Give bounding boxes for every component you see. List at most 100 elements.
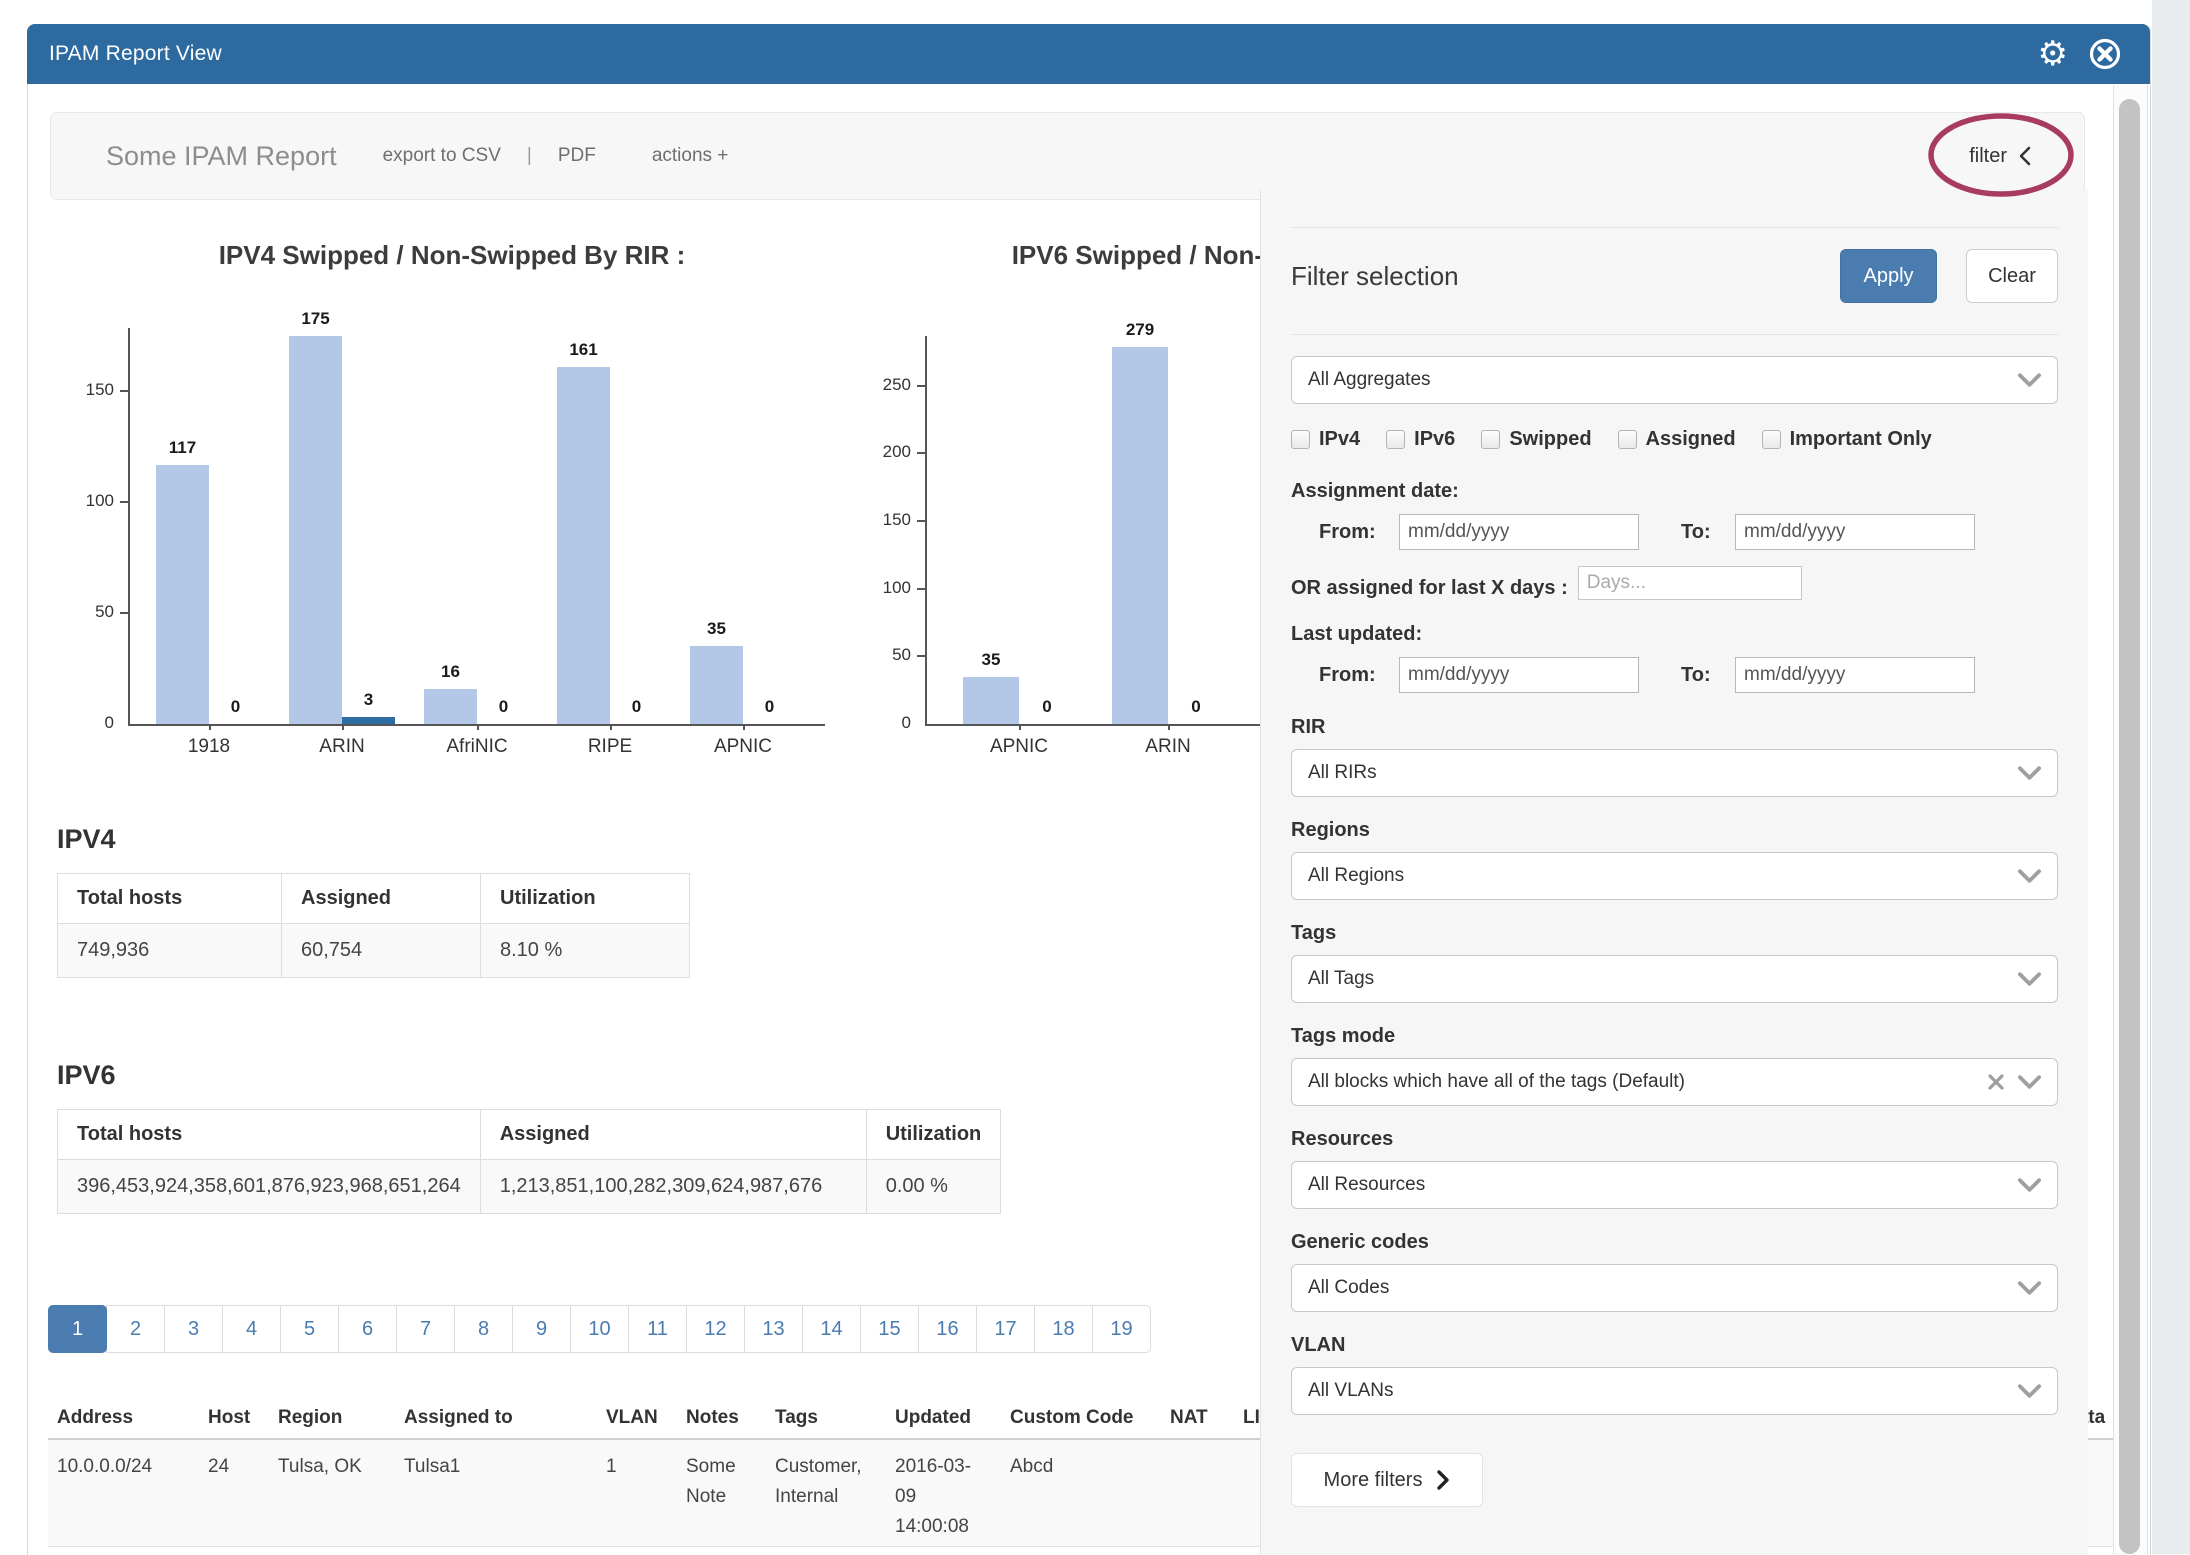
last-updated-label: Last updated:: [1291, 623, 2058, 646]
updated-to-input[interactable]: [1735, 657, 1975, 693]
page-button-19[interactable]: 19: [1092, 1305, 1151, 1353]
aggregates-value: All Aggregates: [1308, 369, 1431, 391]
assignment-to-input[interactable]: [1735, 514, 1975, 550]
page-button-14[interactable]: 14: [802, 1305, 861, 1353]
page-button-15[interactable]: 15: [860, 1305, 919, 1353]
x-tick: [477, 724, 479, 730]
chevron-right-icon: [1436, 1469, 1450, 1491]
rir-select[interactable]: All RIRs: [1291, 749, 2058, 797]
more-filters-button[interactable]: More filters: [1291, 1453, 1483, 1507]
ipv6-summary-cell: 1,213,851,100,282,309,624,987,676: [480, 1160, 866, 1214]
ipv4-bar-chart: IPV4 Swipped / Non-Swipped By RIR :05010…: [80, 240, 825, 785]
y-tick: [917, 655, 925, 657]
chevron-down-icon: [2018, 869, 2041, 884]
page-button-18[interactable]: 18: [1034, 1305, 1093, 1353]
bar-value-label: 0: [201, 697, 271, 717]
select-groups: RIRAll RIRsRegionsAll RegionsTagsAll Tag…: [1291, 716, 2058, 1415]
settings-gear-icon[interactable]: ⚙: [2038, 37, 2068, 71]
page-button-6[interactable]: 6: [338, 1305, 397, 1353]
swipped-checkbox[interactable]: [1481, 430, 1500, 449]
page-button-1[interactable]: 1: [48, 1305, 107, 1353]
resources-select[interactable]: All Resources: [1291, 1161, 2058, 1209]
record-cell-address: 10.0.0.0/24: [57, 1452, 202, 1482]
bar-arin-light: [1112, 347, 1168, 724]
record-cell-host: 24: [208, 1452, 263, 1482]
ipv4-summary-cell: 60,754: [282, 924, 481, 978]
select-icons: [2018, 869, 2041, 884]
page-button-9[interactable]: 9: [512, 1305, 571, 1353]
close-icon[interactable]: [2088, 37, 2122, 71]
y-tick-label: 250: [863, 375, 911, 395]
page-button-5[interactable]: 5: [280, 1305, 339, 1353]
or-days-label: OR assigned for last X days :: [1291, 569, 1568, 607]
regions-label: Regions: [1291, 819, 2058, 842]
bar-value-label: 161: [549, 340, 619, 360]
page-button-7[interactable]: 7: [396, 1305, 455, 1353]
panel-divider-mid: [1291, 334, 2058, 335]
clear-x-icon[interactable]: [1988, 1074, 2004, 1090]
page-button-2[interactable]: 2: [106, 1305, 165, 1353]
bar-value-label: 16: [416, 662, 486, 682]
apply-button[interactable]: Apply: [1840, 249, 1937, 303]
tags-select[interactable]: All Tags: [1291, 955, 2058, 1003]
tags-mode-select[interactable]: All blocks which have all of the tags (D…: [1291, 1058, 2058, 1106]
y-tick-label: 150: [66, 380, 114, 400]
regions-select[interactable]: All Regions: [1291, 852, 2058, 900]
assignment-date-label: Assignment date:: [1291, 480, 2058, 503]
bar-arin-light: [289, 336, 342, 724]
chevron-down-icon: [2018, 373, 2041, 388]
page-button-17[interactable]: 17: [976, 1305, 1035, 1353]
page-button-16[interactable]: 16: [918, 1305, 977, 1353]
x-tick: [342, 724, 344, 730]
window-titlebar: IPAM Report View ⚙: [27, 24, 2150, 84]
bar-value-label: 117: [148, 438, 218, 458]
aggregates-select[interactable]: All Aggregates: [1291, 356, 2058, 404]
records-header-address: Address: [57, 1407, 133, 1429]
scrollbar-track[interactable]: [2113, 85, 2148, 1554]
page-button-4[interactable]: 4: [222, 1305, 281, 1353]
y-axis: [128, 328, 130, 724]
scrollbar-thumb[interactable]: [2119, 99, 2140, 1554]
record-cell-vlan: 1: [606, 1452, 671, 1482]
important-only-checkbox[interactable]: [1762, 430, 1781, 449]
ipv6-checkbox[interactable]: [1386, 430, 1405, 449]
x-category-label: ARIN: [1108, 736, 1228, 758]
x-tick: [209, 724, 211, 730]
record-cell-updated: 2016-03-09 14:00:08: [895, 1452, 987, 1542]
y-tick-label: 100: [66, 491, 114, 511]
filter-panel: Filter selection Apply Clear All Aggrega…: [1260, 190, 2088, 1554]
y-tick-label: 50: [863, 645, 911, 665]
page-button-10[interactable]: 10: [570, 1305, 629, 1353]
days-input[interactable]: [1578, 566, 1802, 600]
page-button-12[interactable]: 12: [686, 1305, 745, 1353]
ipv4-summary-table-slot: Total hostsAssignedUtilization749,93660,…: [57, 873, 690, 978]
assigned-checkbox-item: Assigned: [1618, 428, 1736, 451]
y-tick: [917, 385, 925, 387]
checkbox-label: IPv6: [1414, 428, 1455, 451]
updated-from-label: From:: [1319, 664, 1389, 687]
vlan-select[interactable]: All VLANs: [1291, 1367, 2058, 1415]
records-header-updated: Updated: [895, 1407, 971, 1429]
chevron-down-icon: [2018, 1075, 2041, 1090]
y-tick: [120, 612, 128, 614]
page-button-13[interactable]: 13: [744, 1305, 803, 1353]
record-cell-tags: Customer, Internal: [775, 1452, 887, 1512]
clear-button[interactable]: Clear: [1966, 249, 2058, 303]
generic-codes-select[interactable]: All Codes: [1291, 1264, 2058, 1312]
updated-from-input[interactable]: [1399, 657, 1639, 693]
select-value: All VLANs: [1308, 1380, 1394, 1402]
ipv6-summary-col-header: Total hosts: [58, 1110, 481, 1160]
vlan-label: VLAN: [1291, 1334, 2058, 1357]
ipv4-heading: IPV4: [57, 824, 690, 855]
assignment-from-label: From:: [1319, 521, 1389, 544]
assigned-checkbox[interactable]: [1618, 430, 1637, 449]
page-button-8[interactable]: 8: [454, 1305, 513, 1353]
page-button-3[interactable]: 3: [164, 1305, 223, 1353]
ipv4-checkbox[interactable]: [1291, 430, 1310, 449]
bar-apnic-light: [963, 677, 1019, 724]
select-value: All blocks which have all of the tags (D…: [1308, 1071, 1685, 1093]
page-button-11[interactable]: 11: [628, 1305, 687, 1353]
assignment-from-input[interactable]: [1399, 514, 1639, 550]
pagination: 12345678910111213141516171819: [48, 1305, 1151, 1353]
y-tick-label: 50: [66, 602, 114, 622]
